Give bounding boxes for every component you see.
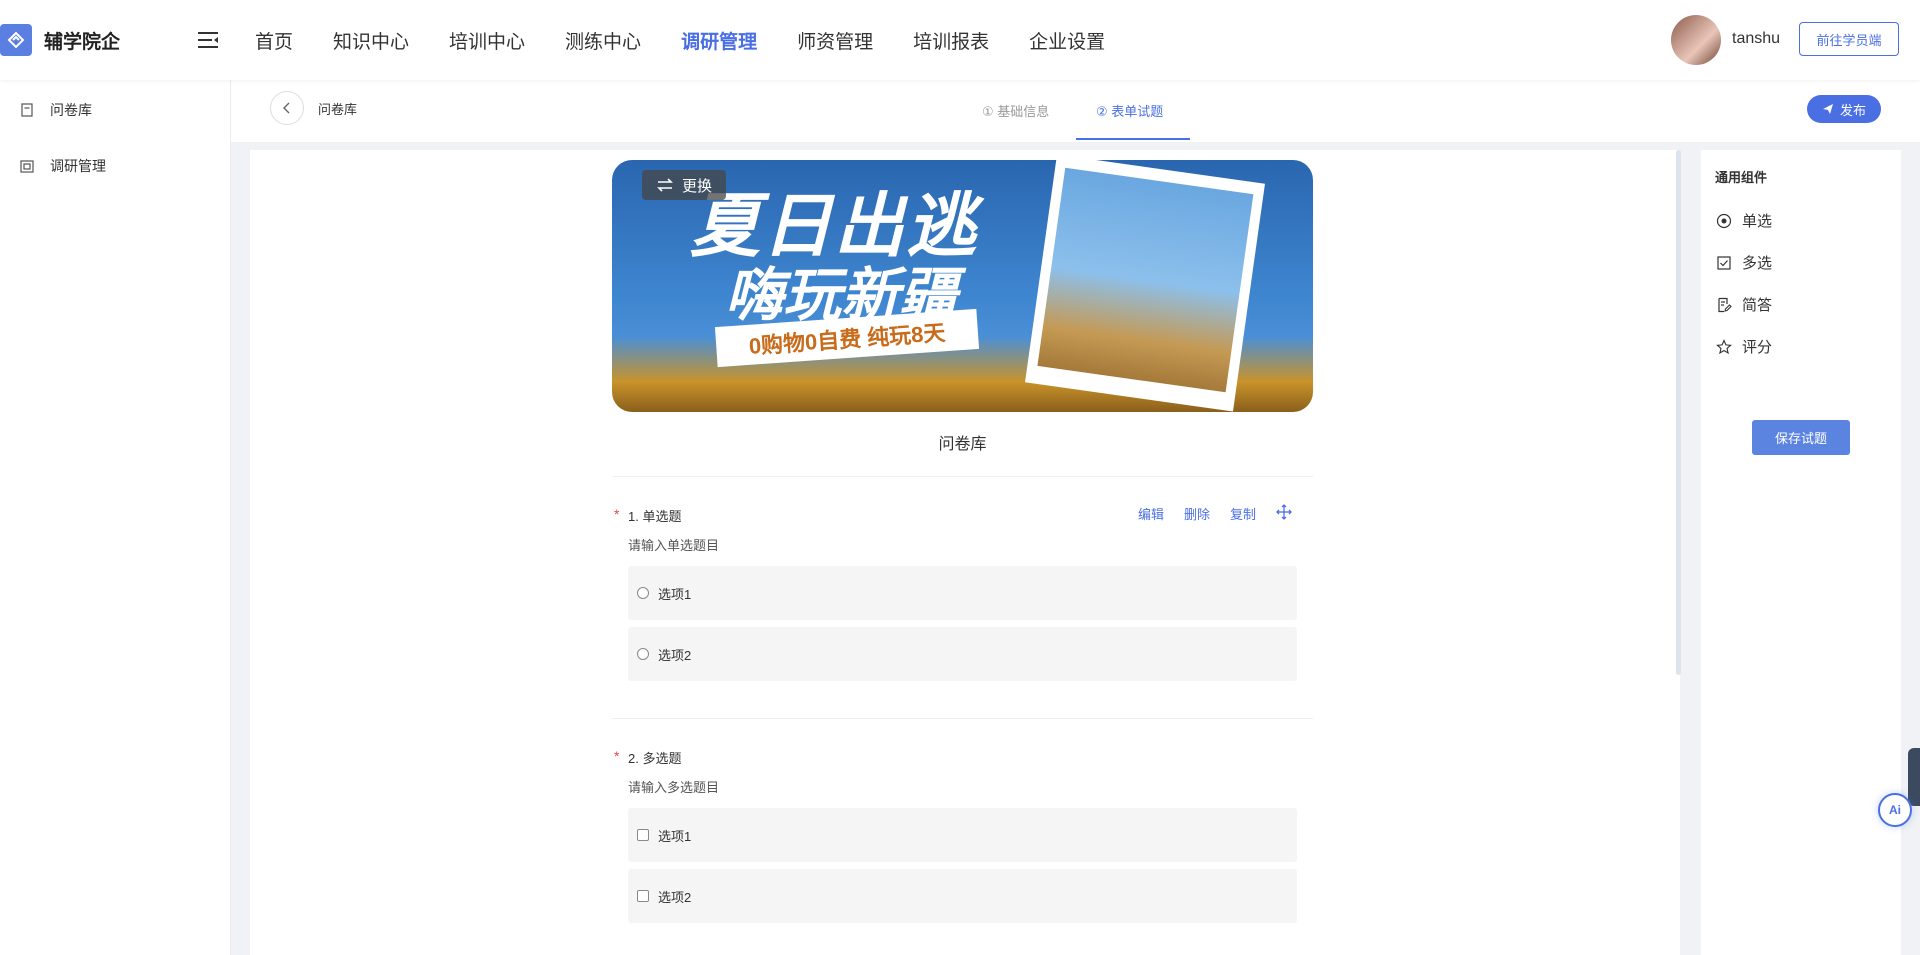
app-name: 辅学院企 <box>44 31 121 53</box>
star-icon <box>1716 338 1732 355</box>
radio-icon <box>637 587 649 599</box>
question-actions: 编辑 删除 复制 <box>1138 504 1292 523</box>
delete-question-button[interactable]: 删除 <box>1184 504 1210 523</box>
component-short-answer[interactable]: 简答 <box>1716 294 1772 315</box>
divider <box>612 476 1313 477</box>
checkbox-icon <box>1716 255 1732 271</box>
back-button[interactable] <box>270 91 304 125</box>
canvas-scrollbar[interactable] <box>1676 150 1681 675</box>
chevron-left-icon <box>283 102 290 114</box>
component-label: 单选 <box>1742 213 1773 230</box>
username[interactable]: tanshu <box>1732 30 1780 48</box>
edit-question-button[interactable]: 编辑 <box>1138 504 1164 523</box>
sidebar: 问卷库 调研管理 <box>0 80 231 955</box>
component-label: 简答 <box>1742 297 1773 314</box>
component-single-choice[interactable]: 单选 <box>1716 210 1772 231</box>
nav-survey-management[interactable]: 调研管理 <box>681 27 757 54</box>
banner-photo-card <box>1025 154 1265 412</box>
question-description: 请输入单选题目 <box>628 538 720 553</box>
side-drawer-handle[interactable] <box>1908 748 1920 806</box>
nav-training-center[interactable]: 培训中心 <box>449 27 525 54</box>
step-form-questions[interactable]: ② 表单试题 <box>1096 101 1163 120</box>
option-label: 选项2 <box>658 889 692 905</box>
app-logo[interactable]: 辅学院企 <box>0 22 120 58</box>
sidebar-item-questionnaire-library[interactable]: 问卷库 <box>20 100 92 120</box>
option-item[interactable]: 选项2 <box>628 627 1297 681</box>
divider <box>612 718 1313 719</box>
component-label: 多选 <box>1742 255 1773 272</box>
step-basic-info[interactable]: ① 基础信息 <box>982 101 1049 120</box>
sidebar-item-label: 调研管理 <box>50 158 106 174</box>
main-nav: 首页 知识中心 培训中心 测练中心 调研管理 师资管理 培训报表 企业设置 <box>255 0 1145 80</box>
swap-icon <box>657 178 673 192</box>
menu-toggle-icon[interactable] <box>196 30 220 50</box>
nav-company-settings[interactable]: 企业设置 <box>1029 27 1105 54</box>
component-label: 评分 <box>1742 339 1773 356</box>
sidebar-item-survey-management[interactable]: 调研管理 <box>20 156 106 176</box>
edit-doc-icon <box>1716 297 1732 313</box>
ai-assistant-button[interactable]: Ai <box>1878 793 1912 827</box>
question-title: 2. 多选题 <box>628 751 682 766</box>
nav-instructor-management[interactable]: 师资管理 <box>797 27 873 54</box>
copy-question-button[interactable]: 复制 <box>1230 504 1256 523</box>
nav-training-reports[interactable]: 培训报表 <box>913 27 989 54</box>
required-mark: * <box>614 506 620 522</box>
survey-icon <box>20 160 34 173</box>
radio-icon <box>1716 213 1732 229</box>
move-icon[interactable] <box>1276 504 1292 520</box>
change-banner-button[interactable]: 更换 <box>642 170 726 200</box>
component-rating[interactable]: 评分 <box>1716 336 1772 357</box>
component-multiple-choice[interactable]: 多选 <box>1716 252 1772 273</box>
document-icon <box>21 103 33 117</box>
send-icon <box>1822 104 1833 114</box>
publish-label: 发布 <box>1839 102 1866 118</box>
components-panel-title: 通用组件 <box>1715 170 1768 185</box>
nav-practice-center[interactable]: 测练中心 <box>565 27 641 54</box>
top-navbar: 辅学院企 首页 知识中心 培训中心 测练中心 调研管理 师资管理 培训报表 企业… <box>0 0 1920 80</box>
publish-button[interactable]: 发布 <box>1807 95 1881 123</box>
sidebar-item-label: 问卷库 <box>50 102 92 118</box>
option-item[interactable]: 选项2 <box>628 869 1297 923</box>
required-mark: * <box>614 748 620 764</box>
logo-icon <box>0 24 32 56</box>
go-to-student-button[interactable]: 前往学员端 <box>1799 22 1899 56</box>
save-questions-button[interactable]: 保存试题 <box>1752 420 1850 455</box>
option-label: 选项1 <box>658 828 692 844</box>
editor-header <box>231 80 1920 142</box>
radio-icon <box>637 648 649 660</box>
option-item[interactable]: 选项1 <box>628 566 1297 620</box>
form-title: 问卷库 <box>938 436 987 453</box>
active-step-indicator <box>1076 138 1190 140</box>
question-title: 1. 单选题 <box>628 509 682 524</box>
change-banner-label: 更换 <box>681 177 712 195</box>
checkbox-icon <box>637 890 649 902</box>
nav-knowledge-center[interactable]: 知识中心 <box>333 27 409 54</box>
avatar[interactable] <box>1671 15 1721 65</box>
breadcrumb: 问卷库 <box>318 102 358 117</box>
question-description: 请输入多选题目 <box>628 780 720 795</box>
checkbox-icon <box>637 829 649 841</box>
option-label: 选项2 <box>658 647 692 663</box>
option-label: 选项1 <box>658 586 692 602</box>
nav-home[interactable]: 首页 <box>255 27 293 54</box>
option-item[interactable]: 选项1 <box>628 808 1297 862</box>
